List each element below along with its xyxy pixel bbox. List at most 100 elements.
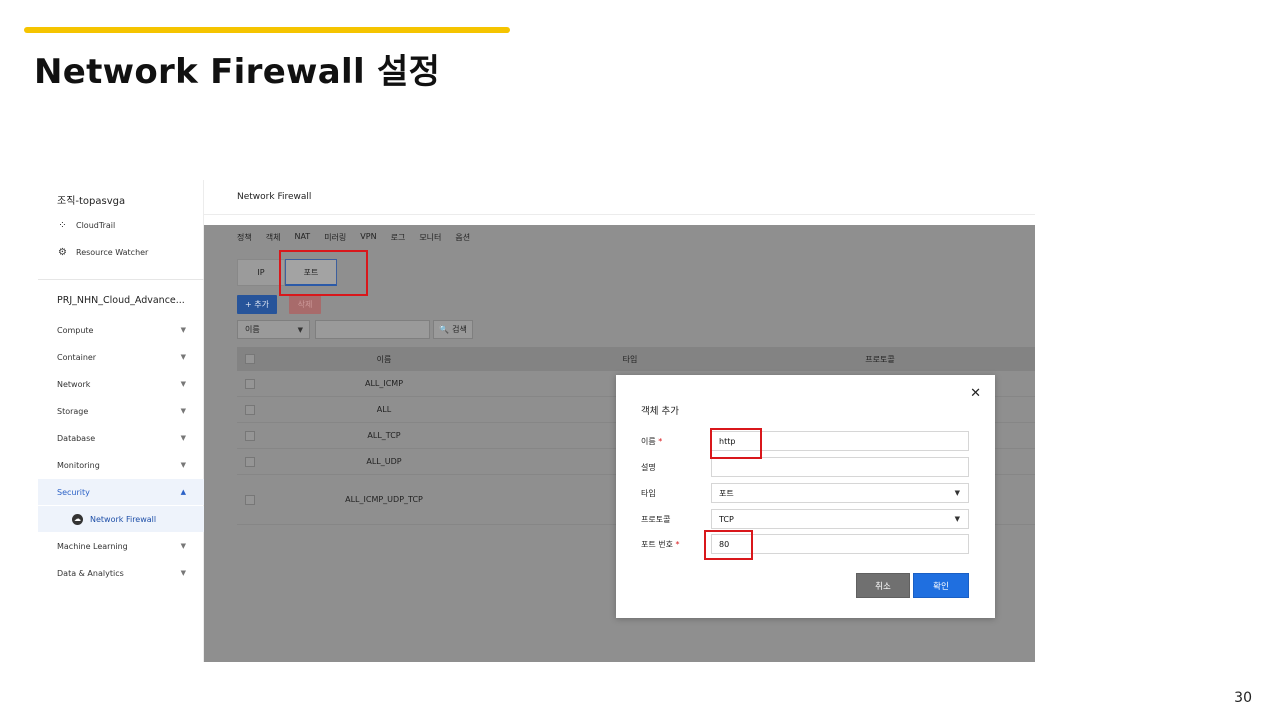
tab-policy[interactable]: 정책 — [237, 232, 252, 243]
sidebar-item-container[interactable]: Container ▼ — [38, 344, 204, 370]
protocol-select-value: TCP — [719, 514, 734, 524]
delete-button[interactable]: 삭제 — [289, 295, 321, 314]
type-label: 타입 — [641, 489, 656, 498]
column-header-type[interactable]: 타입 — [505, 354, 755, 365]
sidebar-subitem-network-firewall[interactable]: ☁ Network Firewall — [38, 506, 204, 532]
slide: Network Firewall 설정 조직-topasvga ⁘ CloudT… — [0, 0, 1280, 720]
type-select-value: 포트 — [719, 488, 734, 498]
column-header-protocol[interactable]: 프로토콜 — [755, 354, 1005, 365]
confirm-button[interactable]: 확인 — [913, 573, 969, 598]
tab-log[interactable]: 로그 — [391, 232, 406, 243]
port-number-label-text: 포트 번호 — [641, 540, 673, 549]
search-input[interactable] — [315, 320, 430, 339]
page-title: Network Firewall — [237, 192, 312, 202]
sidebar-item-storage[interactable]: Storage ▼ — [38, 398, 204, 424]
page-number: 30 — [1234, 690, 1252, 706]
cloudtrail-icon: ⁘ — [58, 220, 67, 231]
sidebar-link-label: CloudTrail — [76, 221, 116, 230]
column-header-name[interactable]: 이름 — [263, 354, 505, 365]
chevron-down-icon: ▼ — [180, 542, 186, 550]
name-label-text: 이름 — [641, 437, 656, 446]
project-name[interactable]: PRJ_NHN_Cloud_Advance... — [57, 295, 185, 306]
sidebar-item-label: Database — [57, 433, 96, 443]
search-icon: 🔍 — [439, 325, 450, 334]
sidebar-link-cloudtrail[interactable]: ⁘ CloudTrail — [57, 220, 115, 231]
tab-options[interactable]: 옵션 — [455, 232, 470, 243]
chevron-down-icon: ▼ — [180, 461, 186, 469]
sidebar-item-compute[interactable]: Compute ▼ — [38, 317, 204, 343]
row-name: ALL_UDP — [366, 457, 402, 466]
sidebar-divider — [38, 279, 204, 280]
required-mark: * — [675, 540, 680, 549]
chevron-down-icon: ▼ — [180, 326, 186, 334]
title-divider — [204, 214, 1035, 215]
description-field[interactable] — [711, 457, 969, 477]
row-checkbox[interactable] — [245, 456, 255, 467]
sidebar-item-label: Machine Learning — [57, 541, 128, 551]
sidebar-item-label: Storage — [57, 406, 89, 416]
sidebar-item-label: Container — [57, 352, 97, 362]
required-mark: * — [658, 437, 663, 446]
org-name[interactable]: 조직-topasvga — [57, 192, 125, 207]
row-checkbox-cell — [237, 404, 263, 415]
row-name: ALL — [376, 405, 392, 414]
row-checkbox-cell — [237, 430, 263, 441]
add-object-modal: 객체 추가 ✕ 이름 * http 설명 타입 포트 ▼ 프로토콜 TCP ▼ … — [616, 375, 995, 618]
highlight-name-field — [710, 428, 762, 459]
highlight-port-field — [704, 530, 753, 560]
type-select[interactable]: 포트 ▼ — [711, 483, 969, 503]
caret-down-icon: ▼ — [297, 325, 303, 334]
tab-mirroring[interactable]: 미러링 — [324, 232, 346, 243]
sidebar-item-label: Monitoring — [57, 460, 100, 470]
row-name: ALL_ICMP — [364, 379, 404, 388]
chevron-down-icon: ▼ — [180, 380, 186, 388]
sidebar-item-label: Data & Analytics — [57, 568, 124, 578]
caret-down-icon: ▼ — [954, 515, 960, 523]
row-checkbox[interactable] — [245, 404, 255, 415]
search-button-label: 검색 — [452, 325, 467, 334]
sidebar-link-resource-watcher[interactable]: ⚙ Resource Watcher — [57, 247, 148, 258]
search-button[interactable]: 🔍 검색 — [433, 320, 473, 339]
segment-ip[interactable]: IP — [237, 259, 285, 286]
firewall-icon: ☁ — [72, 513, 83, 525]
row-checkbox[interactable] — [245, 494, 255, 505]
caret-down-icon: ▼ — [954, 489, 960, 497]
sidebar-item-network[interactable]: Network ▼ — [38, 371, 204, 397]
row-checkbox-cell — [237, 378, 263, 389]
header-checkbox-cell — [237, 354, 263, 364]
tab-vpn[interactable]: VPN — [360, 232, 376, 243]
select-all-checkbox[interactable] — [245, 354, 255, 364]
port-number-label: 포트 번호 * — [641, 539, 680, 550]
tab-monitor[interactable]: 모니터 — [419, 232, 441, 243]
sidebar-item-database[interactable]: Database ▼ — [38, 425, 204, 451]
sidebar-item-security[interactable]: Security ▲ — [38, 479, 204, 505]
cancel-button[interactable]: 취소 — [856, 573, 910, 598]
table-header: 이름 타입 프로토콜 — [237, 347, 1035, 371]
sidebar-subitem-label: Network Firewall — [90, 514, 157, 524]
sidebar-item-label: Network — [57, 379, 91, 389]
sidebar-item-data-analytics[interactable]: Data & Analytics ▼ — [38, 560, 204, 586]
chevron-down-icon: ▼ — [180, 353, 186, 361]
slide-title: Network Firewall 설정 — [34, 52, 441, 92]
sidebar-item-label: Compute — [57, 325, 94, 335]
tab-object[interactable]: 객체 — [266, 232, 281, 243]
filter-select[interactable]: 이름 ▼ — [237, 320, 310, 339]
add-button[interactable]: + 추가 — [237, 295, 277, 314]
chevron-down-icon: ▼ — [180, 407, 186, 415]
close-icon[interactable]: ✕ — [970, 386, 981, 401]
accent-bar — [24, 27, 510, 33]
row-checkbox-cell — [237, 456, 263, 467]
tab-nat[interactable]: NAT — [294, 232, 310, 243]
sidebar-item-monitoring[interactable]: Monitoring ▼ — [38, 452, 204, 478]
protocol-select[interactable]: TCP ▼ — [711, 509, 969, 529]
row-checkbox[interactable] — [245, 430, 255, 441]
chevron-down-icon: ▼ — [180, 434, 186, 442]
sidebar-item-machine-learning[interactable]: Machine Learning ▼ — [38, 533, 204, 559]
sidebar-link-label: Resource Watcher — [76, 248, 149, 257]
row-name: ALL_ICMP_UDP_TCP — [345, 495, 423, 504]
resource-watcher-icon: ⚙ — [58, 247, 67, 258]
chevron-up-icon: ▲ — [180, 488, 186, 496]
row-checkbox-cell — [237, 494, 263, 505]
row-checkbox[interactable] — [245, 378, 255, 389]
tab-bar: 정책 객체 NAT 미러링 VPN 로그 모니터 옵션 — [237, 232, 484, 243]
